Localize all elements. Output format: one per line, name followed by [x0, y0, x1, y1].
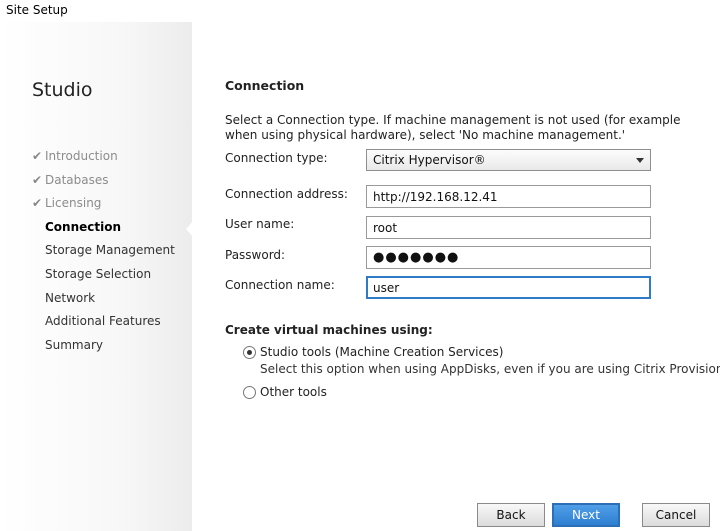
- chevron-down-icon: [636, 158, 644, 163]
- connection-type-select[interactable]: Citrix Hypervisor®: [366, 149, 651, 171]
- checkmark-icon: ✔: [32, 196, 43, 211]
- main-panel: Connection Select a Connection type. If …: [192, 22, 720, 531]
- radio-button-unchecked[interactable]: [243, 386, 256, 399]
- step-label: Network: [45, 290, 96, 305]
- connection-name-input[interactable]: user: [366, 276, 651, 299]
- step-label: Summary: [45, 337, 103, 352]
- user-name-label: User name:: [225, 217, 295, 231]
- studio-tools-hint: Select this option when using AppDisks, …: [260, 362, 720, 376]
- radio-label: Studio tools (Machine Creation Services): [260, 345, 504, 359]
- connection-address-input[interactable]: http://192.168.12.41: [366, 185, 651, 208]
- step-label: Connection: [45, 219, 122, 234]
- connection-type-label: Connection type:: [225, 151, 328, 165]
- password-label: Password:: [225, 248, 286, 262]
- back-button[interactable]: Back: [477, 503, 545, 527]
- cancel-button[interactable]: Cancel: [642, 503, 710, 527]
- title-bar: Site Setup: [0, 0, 720, 22]
- step-label: Introduction: [45, 149, 118, 163]
- window-title: Site Setup: [6, 3, 68, 17]
- checkmark-icon: ✔: [32, 149, 43, 163]
- sidebar-brand: Studio: [32, 79, 93, 101]
- checkmark-icon: ✔: [32, 172, 43, 187]
- step-label: Databases: [45, 172, 109, 187]
- radio-label: Other tools: [260, 385, 327, 399]
- step-label: Additional Features: [45, 314, 161, 329]
- sidebar: Studio ✔ Introduction ✔ Databases ✔ Lice…: [0, 22, 192, 531]
- step-label: Storage Selection: [45, 266, 152, 281]
- create-vms-title: Create virtual machines using:: [225, 323, 433, 337]
- page-title: Connection: [225, 78, 305, 93]
- step-label: Licensing: [45, 196, 102, 211]
- radio-button-checked[interactable]: [243, 346, 256, 359]
- next-button[interactable]: Next: [552, 503, 620, 527]
- page-description: Select a Connection type. If machine man…: [225, 113, 681, 142]
- connection-address-label: Connection address:: [225, 187, 348, 201]
- password-input[interactable]: ●●●●●●●: [366, 246, 651, 269]
- user-name-input[interactable]: root: [366, 216, 651, 239]
- connection-type-value: Citrix Hypervisor®: [373, 153, 486, 167]
- connection-name-label: Connection name:: [225, 278, 335, 292]
- step-label: Storage Management: [45, 243, 175, 258]
